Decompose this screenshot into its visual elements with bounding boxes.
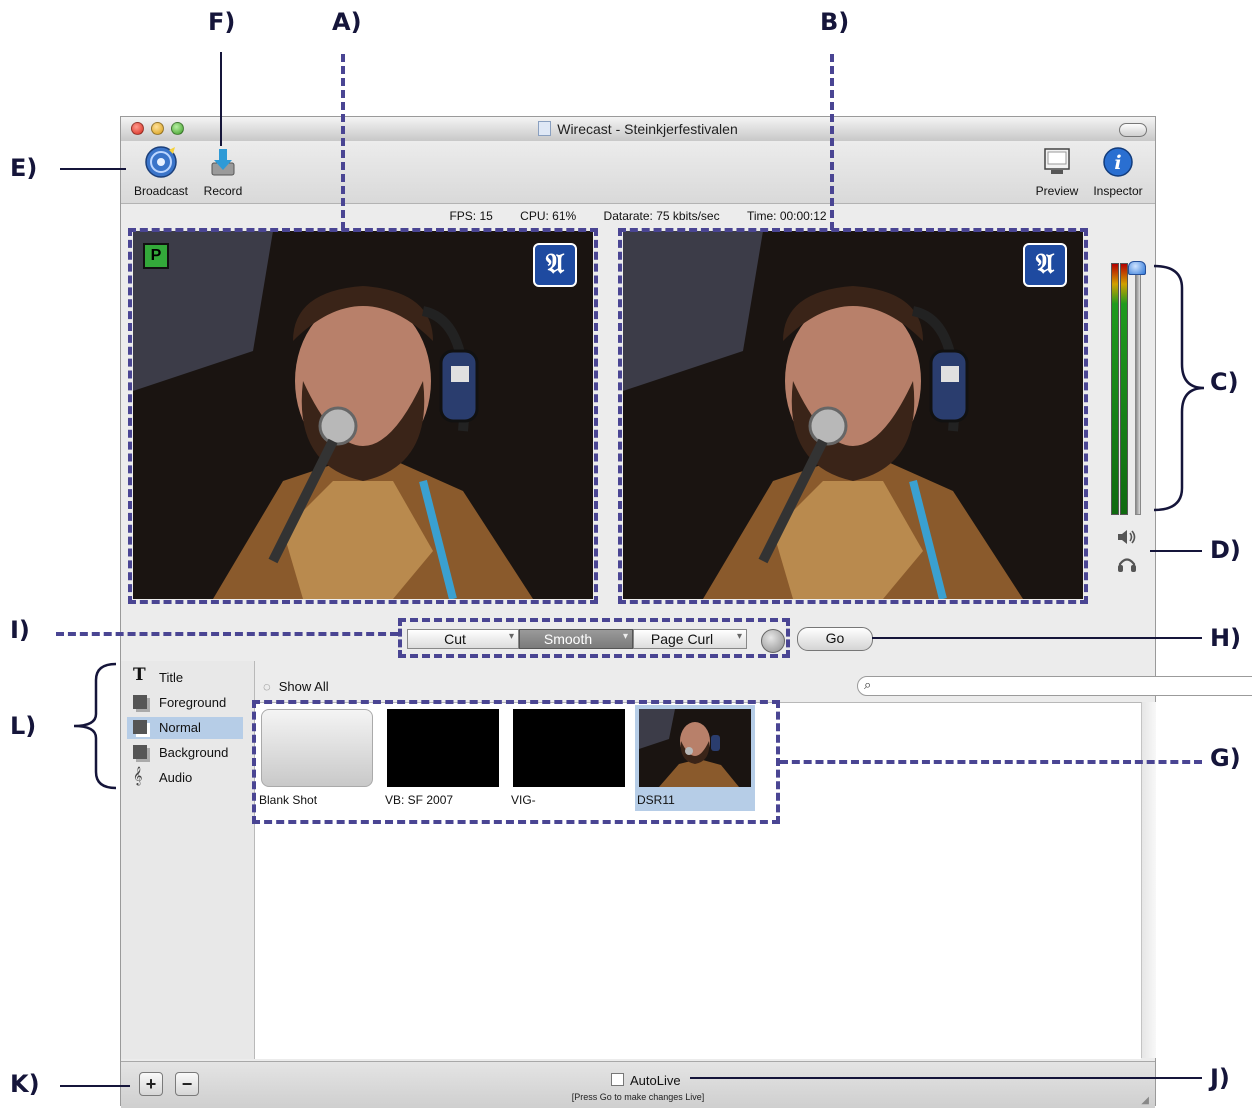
resize-grip-icon[interactable]: ◢ [1141, 1095, 1149, 1106]
go-button[interactable]: Go [797, 627, 873, 651]
layer-title[interactable]: T Title [127, 667, 243, 689]
datarate-readout: Datarate: 75 kbits/sec [603, 209, 720, 223]
highlight-live-monitor [618, 228, 1088, 604]
filter-chat-icon: ◌ [263, 679, 271, 694]
callout-d: D) [1210, 536, 1241, 564]
layer-normal[interactable]: Normal [127, 717, 243, 739]
window-title: Wirecast - Steinkjerfestivalen [121, 121, 1155, 137]
highlight-transitions [398, 618, 790, 658]
record-icon [211, 149, 235, 176]
callout-l: L) [10, 712, 37, 740]
shot-search-field[interactable]: ⌕ [857, 676, 1252, 696]
highlight-shots [252, 700, 780, 824]
toolbar-toggle-button[interactable] [1119, 123, 1147, 137]
layer-stack-icon [133, 720, 147, 734]
leader-d [1150, 550, 1202, 552]
audio-meter-right [1120, 263, 1128, 515]
preview-monitor-icon [1044, 148, 1070, 174]
highlight-preview-monitor [128, 228, 598, 604]
title-icon: T [133, 665, 146, 685]
leader-g [780, 760, 1202, 764]
toolbar: Broadcast Record Preview i Inspector [121, 141, 1155, 204]
callout-a: A) [332, 8, 362, 36]
callout-j: J) [1210, 1064, 1230, 1092]
bracket-l [73, 662, 117, 790]
inspector-info-icon: i [1103, 147, 1133, 177]
audio-clef-icon: 𝄞 [133, 768, 143, 785]
volume-slider[interactable] [1135, 263, 1141, 515]
leader-i [56, 632, 398, 636]
shot-filter-bar: ◌ Show All ⌕ [255, 665, 1252, 697]
cpu-readout: CPU: 61% [520, 209, 577, 223]
leader-h [872, 637, 1202, 639]
leader-j [690, 1077, 1202, 1079]
callout-g: G) [1210, 744, 1241, 772]
autolive-checkbox[interactable]: AutoLive [611, 1073, 681, 1088]
broadcast-icon [145, 146, 177, 178]
layer-sidebar: T Title Foreground Normal Background 𝄞 A… [121, 661, 255, 1059]
leader-b [830, 54, 834, 230]
leader-e [60, 168, 126, 170]
callout-h: H) [1210, 624, 1242, 652]
svg-text:i: i [1114, 152, 1121, 174]
time-readout: Time: 00:00:12 [746, 209, 827, 223]
autolive-checkbox-box[interactable] [611, 1073, 624, 1086]
callout-c: C) [1210, 368, 1239, 396]
layer-background[interactable]: Background [127, 742, 243, 764]
volume-slider-knob[interactable] [1128, 261, 1146, 275]
audio-meter-left [1111, 263, 1119, 515]
status-line: FPS: 15 CPU: 61% Datarate: 75 kbits/sec … [121, 209, 1155, 223]
layer-stack-icon [133, 745, 147, 759]
callout-e: E) [10, 154, 38, 182]
shot-list-scrollbar[interactable] [1141, 702, 1156, 1058]
search-icon: ⌕ [864, 677, 872, 692]
title-bar: Wirecast - Steinkjerfestivalen [121, 117, 1155, 142]
document-icon [538, 121, 552, 136]
callout-f: F) [208, 8, 236, 36]
callout-k: K) [10, 1070, 40, 1098]
record-button[interactable]: Record [197, 145, 249, 198]
preview-button[interactable]: Preview [1029, 145, 1085, 198]
bottom-bar: + − AutoLive [Press Go to make changes L… [121, 1061, 1155, 1108]
leader-k [60, 1085, 130, 1087]
autolive-hint: [Press Go to make changes Live] [571, 1092, 705, 1102]
fps-readout: FPS: 15 [449, 209, 493, 223]
show-all-filter[interactable]: ◌ Show All [263, 679, 329, 694]
speaker-icon[interactable] [1117, 529, 1137, 545]
layer-foreground[interactable]: Foreground [127, 692, 243, 714]
leader-a [341, 54, 345, 230]
bracket-c [1153, 264, 1205, 512]
inspector-button[interactable]: i Inspector [1087, 145, 1149, 198]
callout-b: B) [820, 8, 850, 36]
layer-stack-icon [133, 695, 147, 709]
headphones-icon[interactable] [1117, 555, 1137, 573]
callout-i: I) [10, 616, 30, 644]
layer-audio[interactable]: 𝄞 Audio [127, 767, 243, 789]
broadcast-button[interactable]: Broadcast [129, 145, 193, 198]
leader-f [220, 52, 222, 146]
